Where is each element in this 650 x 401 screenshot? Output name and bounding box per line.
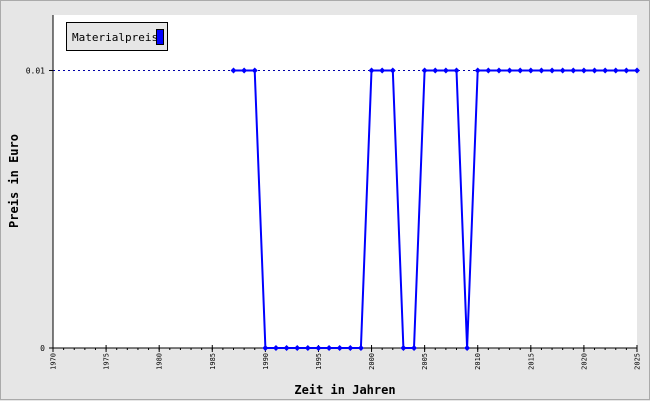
x-tick-label: 1985 <box>209 353 217 370</box>
y-tick-label: 0 <box>40 344 45 353</box>
x-tick-label: 2015 <box>527 353 535 370</box>
x-tick-label: 2010 <box>474 353 482 370</box>
legend: Materialpreis <box>66 22 168 51</box>
x-tick-label: 2020 <box>580 353 588 370</box>
chart-frame: 0 0.01 1970 1975 1980 1985 1990 1995 2000 2005 201… <box>0 0 650 400</box>
x-tick-label: 1995 <box>315 353 323 370</box>
x-axis-label: Zeit in Jahren <box>294 383 395 397</box>
x-tick-label: 2025 <box>634 353 642 370</box>
x-tick-label: 2005 <box>421 353 429 370</box>
legend-swatch <box>156 29 164 45</box>
x-tick-label: 1975 <box>103 353 111 370</box>
plot-area <box>53 15 637 348</box>
x-tick-label: 2000 <box>368 353 376 370</box>
x-tick-label: 1970 <box>50 353 58 370</box>
y-axis-label: Preis in Euro <box>7 134 21 228</box>
x-tick-label: 1980 <box>156 353 164 370</box>
x-tick-label: 1990 <box>262 353 270 370</box>
legend-label: Materialpreis <box>72 31 159 44</box>
line-chart: 0 0.01 1970 1975 1980 1985 1990 1995 2000 2005 201… <box>7 15 642 397</box>
y-tick-label: 0.01 <box>26 67 45 76</box>
